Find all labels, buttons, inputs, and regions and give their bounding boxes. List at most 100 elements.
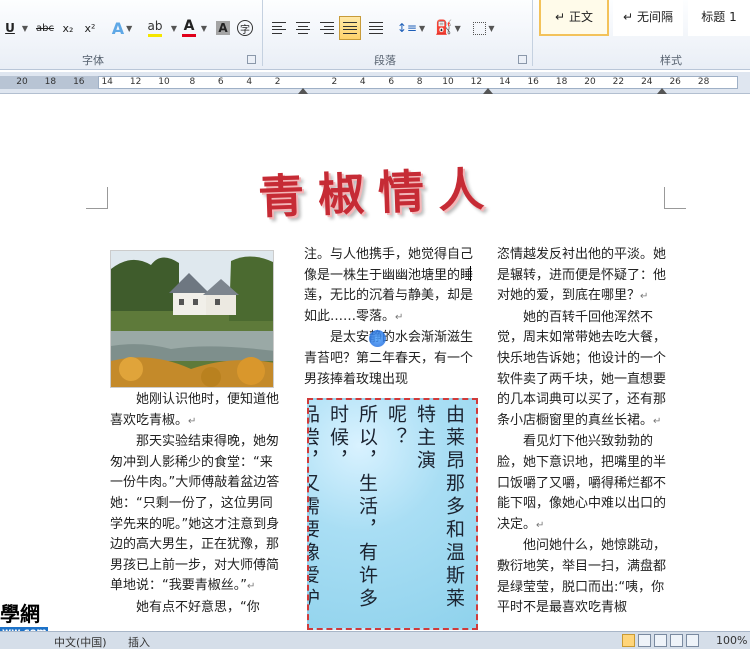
char-shading-button[interactable]: A bbox=[214, 16, 232, 40]
text-cursor bbox=[470, 266, 471, 281]
house-landscape-image bbox=[111, 251, 273, 387]
language-indicator[interactable]: 中文(中国) bbox=[54, 634, 107, 649]
shading-button[interactable]: ⛽ ▼ bbox=[434, 16, 462, 40]
print-layout-view-icon[interactable] bbox=[622, 634, 635, 647]
full-screen-view-icon[interactable] bbox=[638, 634, 651, 647]
font-color-icon: A bbox=[183, 18, 195, 34]
subscript-button[interactable]: x₂ bbox=[59, 16, 77, 40]
distributed-icon bbox=[369, 22, 383, 34]
ruler-number: 14 bbox=[499, 77, 511, 87]
text-effects-button[interactable]: A ▼ bbox=[110, 16, 134, 40]
borders-icon bbox=[473, 21, 487, 35]
textbox-line: 呢？ bbox=[385, 404, 407, 450]
paragraph: 她有点不好意思，“你 bbox=[136, 599, 260, 615]
underline-button[interactable]: U bbox=[2, 16, 18, 40]
document-page[interactable]: 青椒情人 她刚认识他时，便知道他喜欢吃青椒。↵ 那天实验结束得晚，她匆匆冲到人影… bbox=[0, 95, 750, 630]
char-shading-label: A bbox=[216, 21, 230, 35]
paragraph: 那天实验结束得晚，她匆匆冲到人影稀少的食堂：“来一份牛肉。”大师傅敲着盆边答她：… bbox=[110, 434, 280, 594]
ruler-number: 14 bbox=[101, 77, 113, 87]
style-heading-1-label: 标题 1 bbox=[701, 9, 737, 24]
font-color-dropdown-icon[interactable]: ▼ bbox=[198, 16, 208, 40]
font-color-button[interactable]: A bbox=[180, 16, 198, 40]
text-column-3[interactable]: 恣情越发反衬出他的平淡。她是辗转，进而便是怀疑了：他对她的爱，到底在哪里？↵ 她… bbox=[497, 245, 669, 619]
text-column-1[interactable]: 她刚认识他时，便知道他喜欢吃青椒。↵ 那天实验结束得晚，她匆匆冲到人影稀少的食堂… bbox=[110, 390, 282, 619]
ruler-number: 26 bbox=[669, 77, 681, 87]
left-indent-marker[interactable] bbox=[298, 88, 308, 94]
ruler-number: 18 bbox=[44, 77, 57, 87]
paragraph: 恣情越发反衬出他的平淡。她是辗转，进而便是怀疑了：他对她的爱，到底在哪里？↵ bbox=[497, 247, 667, 304]
margin-corner-mark bbox=[86, 187, 108, 209]
horizontal-ruler[interactable]: 20 18 16 14 12 10 8 6 4 2 2 4 6 8 10 12 14 16 18 20 22 24 26 28 bbox=[0, 72, 750, 94]
ruler-number: 16 bbox=[527, 77, 539, 87]
underline-dropdown-icon[interactable]: ▼ bbox=[18, 16, 30, 40]
ruler-number: 4 bbox=[359, 77, 366, 87]
align-left-button[interactable] bbox=[268, 16, 290, 40]
justify-button[interactable] bbox=[339, 16, 361, 40]
distributed-button[interactable] bbox=[366, 16, 386, 40]
landscape-picture[interactable] bbox=[110, 250, 274, 388]
ruler-number: 10 bbox=[442, 77, 454, 87]
paragraph-group-label: 段落 bbox=[374, 54, 396, 67]
outline-view-icon[interactable] bbox=[670, 634, 683, 647]
textbox-line: 由莱昂那多和温斯莱特主演 bbox=[414, 404, 465, 611]
paragraph: 注。与人他携手，她觉得自己像是一株生于幽幽池塘里的睡莲，无比的沉着与静美，却是如… bbox=[304, 247, 474, 324]
text-effects-icon: A bbox=[111, 18, 125, 38]
font-dialog-launcher-icon[interactable] bbox=[247, 55, 256, 64]
ruler-number: 4 bbox=[246, 77, 253, 87]
ruler-number: 8 bbox=[189, 77, 196, 87]
ruler-number: 18 bbox=[555, 77, 568, 87]
highlight-color-swatch bbox=[148, 34, 162, 37]
line-spacing-button[interactable]: ↕≡ ▼ bbox=[396, 16, 426, 40]
ruler-number: 6 bbox=[388, 77, 395, 87]
style-no-spacing-label: ↵ 无间隔 bbox=[623, 9, 673, 24]
style-heading-1[interactable]: 标题 1 bbox=[688, 0, 750, 36]
site-watermark: 學網 bbox=[0, 602, 40, 626]
align-center-icon bbox=[296, 22, 310, 34]
group-divider bbox=[262, 0, 263, 66]
line-spacing-icon: ↕≡ bbox=[396, 21, 417, 35]
document-title[interactable]: 青椒情人 bbox=[257, 153, 499, 227]
vertical-text: 由莱昂那多和温斯莱特主演 呢？ 所以，生活，有许多时候， 品尝，又需要像爱护一件… bbox=[309, 404, 468, 628]
ruler-number: 2 bbox=[331, 77, 338, 87]
align-center-button[interactable] bbox=[292, 16, 314, 40]
insert-mode-indicator[interactable]: 插入 bbox=[128, 634, 150, 649]
draft-view-icon[interactable] bbox=[686, 634, 699, 647]
style-no-spacing[interactable]: ↵ 无间隔 bbox=[613, 0, 683, 36]
paragraph: 她的百转千回他浑然不觉，周末如常带她去吃大餐，快乐地告诉她；他设计的一个软件卖了… bbox=[497, 309, 667, 428]
superscript-button[interactable]: x² bbox=[81, 16, 99, 40]
ruler-number: 16 bbox=[73, 77, 85, 87]
highlight-button[interactable]: ab bbox=[142, 16, 168, 40]
align-right-button[interactable] bbox=[316, 16, 338, 40]
font-color-swatch bbox=[182, 34, 196, 37]
ruler-number: 12 bbox=[470, 77, 483, 87]
align-right-icon bbox=[320, 22, 334, 34]
highlighter-icon: ab bbox=[147, 19, 163, 33]
paragraph: 是太安静的水会渐渐滋生青苔吧？第二年春天，有一个男孩捧着玫瑰出现 bbox=[304, 330, 474, 387]
ruler-number: 10 bbox=[158, 77, 170, 87]
ruler-number: 6 bbox=[217, 77, 224, 87]
paragraph: 她刚认识他时，便知道他喜欢吃青椒。↵ bbox=[110, 392, 280, 428]
margin-corner-mark bbox=[664, 187, 686, 209]
ribbon: U ▼ abc x₂ x² A ▼ ab ▼ A ▼ A 字 字体 ↕≡ ▼ ⛽ ▼ bbox=[0, 0, 750, 70]
paragraph: 他问她什么，她惊跳动，敷衍地笑，举目一扫，满盘都是绿莹莹，脱口而出:“咦，你平时… bbox=[497, 538, 667, 616]
group-divider bbox=[532, 0, 533, 66]
strikethrough-button[interactable]: abc bbox=[34, 16, 56, 40]
right-indent-marker[interactable] bbox=[657, 88, 667, 94]
ruler-number: 20 bbox=[16, 77, 28, 87]
textbox-line: 所以，生活，有许多时候， bbox=[327, 404, 378, 611]
text-column-2[interactable]: 注。与人他携手，她觉得自己像是一株生于幽幽池塘里的睡莲，无比的沉着与静美，却是如… bbox=[304, 245, 476, 390]
styles-group-label: 样式 bbox=[660, 54, 682, 67]
ruler-number: 24 bbox=[641, 77, 653, 87]
style-normal[interactable]: ↵ 正文 bbox=[539, 0, 609, 36]
highlight-dropdown-icon[interactable]: ▼ bbox=[168, 16, 178, 40]
font-group-label: 字体 bbox=[82, 54, 104, 67]
zoom-level[interactable]: 100% bbox=[716, 634, 747, 647]
borders-button[interactable]: ▼ bbox=[470, 16, 498, 40]
column-marker[interactable] bbox=[483, 88, 493, 94]
vertical-text-box[interactable]: 由莱昂那多和温斯莱特主演 呢？ 所以，生活，有许多时候， 品尝，又需要像爱护一件… bbox=[307, 398, 478, 630]
align-left-icon bbox=[272, 22, 286, 34]
paint-bucket-icon: ⛽ bbox=[435, 20, 453, 36]
paragraph-dialog-launcher-icon[interactable] bbox=[518, 55, 527, 64]
enclose-chars-button[interactable]: 字 bbox=[236, 16, 254, 40]
web-layout-view-icon[interactable] bbox=[654, 634, 667, 647]
